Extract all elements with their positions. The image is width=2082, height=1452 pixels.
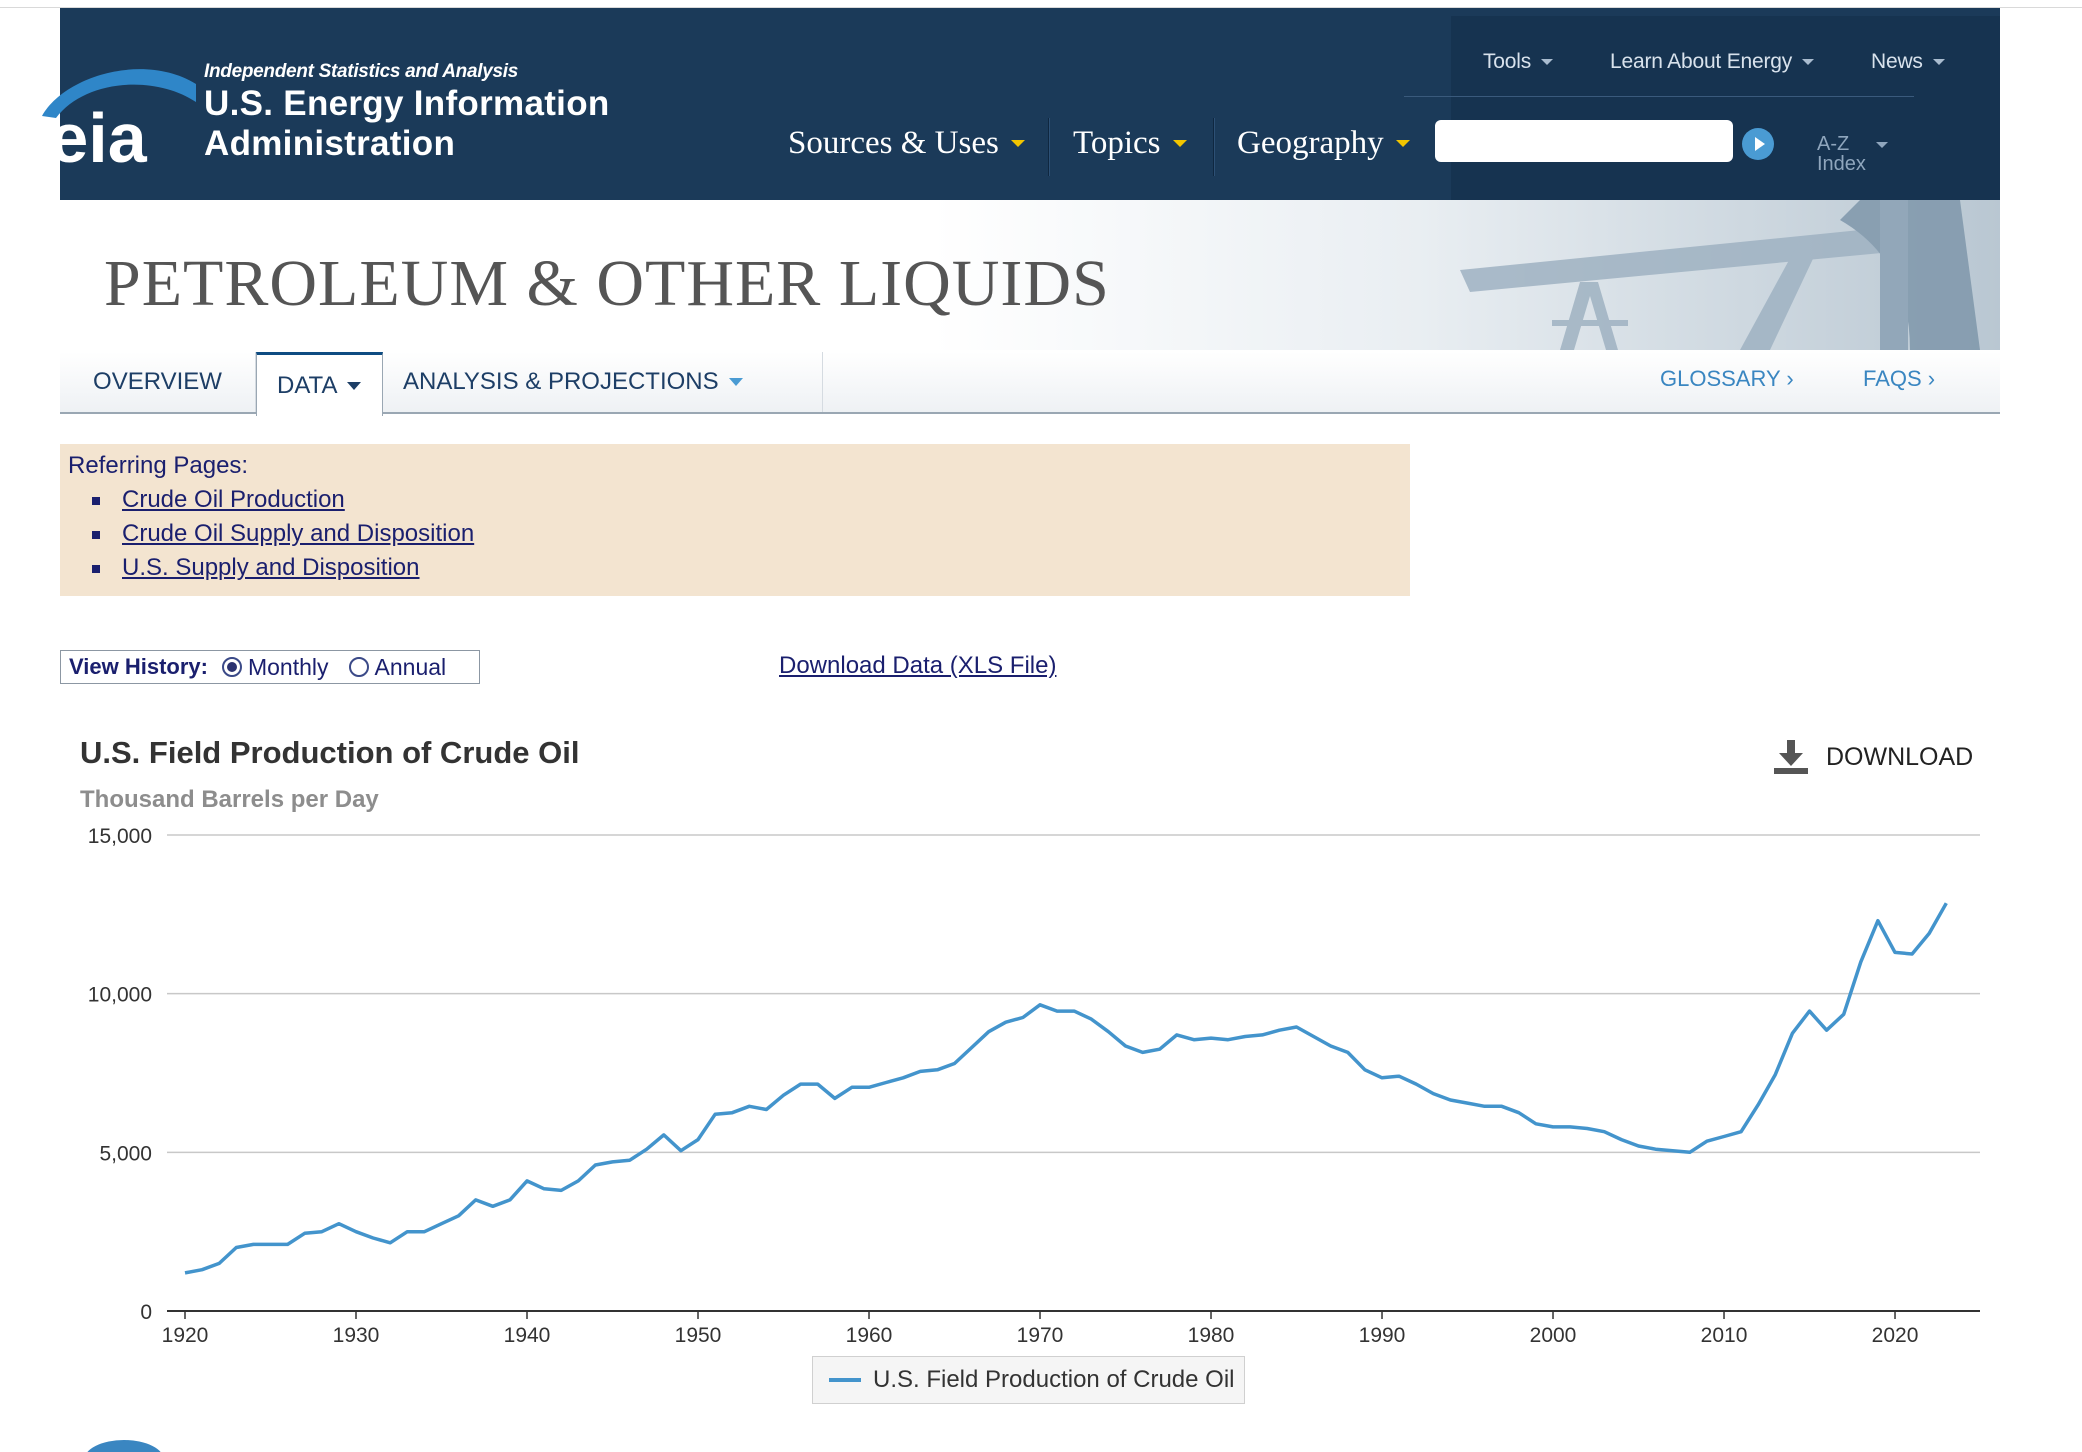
legend-label: U.S. Field Production of Crude Oil: [873, 1366, 1235, 1393]
y-tick-label: 15,000: [88, 825, 152, 848]
y-tick-label: 10,000: [88, 984, 152, 1007]
x-tick-label: 2000: [1530, 1324, 1577, 1347]
x-tick-label: 1920: [162, 1324, 209, 1347]
production-line-chart: 0 5,000 10,000 15,000 1920 1930 1940 1950 1960 19…: [88, 825, 1980, 1347]
legend-swatch: [829, 1378, 861, 1382]
x-tick-label: 1980: [1188, 1324, 1235, 1347]
y-tick-label: 5,000: [99, 1142, 152, 1165]
x-tick-label: 1950: [675, 1324, 722, 1347]
x-tick-label: 1930: [333, 1324, 380, 1347]
x-tick-label: 1970: [1017, 1324, 1064, 1347]
x-tick-label: 1990: [1359, 1324, 1406, 1347]
chart-legend[interactable]: U.S. Field Production of Crude Oil: [812, 1356, 1245, 1404]
page-root: eia Independent Statistics and Analysis …: [0, 0, 2082, 1452]
series-line-us-field-production: [184, 902, 1948, 1275]
x-tick-label: 1940: [504, 1324, 551, 1347]
y-tick-label: 0: [140, 1301, 152, 1324]
x-tick-label: 2020: [1872, 1324, 1919, 1347]
x-tick-label: 1960: [846, 1324, 893, 1347]
x-tick-label: 2010: [1701, 1324, 1748, 1347]
